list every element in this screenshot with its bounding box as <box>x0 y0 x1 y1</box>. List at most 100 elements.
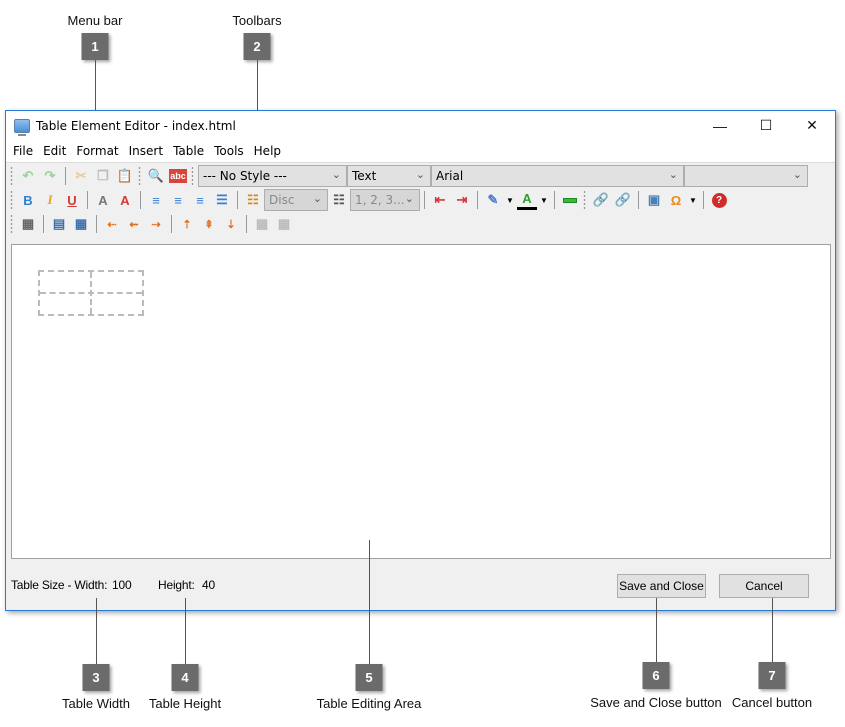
copy-icon[interactable]: ❐ <box>93 166 113 186</box>
table-editing-area[interactable] <box>11 244 831 559</box>
format-select[interactable]: Text ⌄ <box>347 165 431 187</box>
dropdown-arrow-icon[interactable]: ▼ <box>539 190 549 210</box>
callout-badge-1: 1 <box>81 33 109 60</box>
underline-icon[interactable]: U <box>62 190 82 210</box>
menu-tools[interactable]: Tools <box>209 144 249 158</box>
callout-badge-3: 3 <box>82 664 110 691</box>
outdent-icon[interactable]: ⇤ <box>430 190 450 210</box>
cut-icon[interactable]: ✂ <box>71 166 91 186</box>
title-bar: Table Element Editor - index.html — ☐ ✕ <box>6 111 835 140</box>
insert-row-below-icon[interactable]: ⇣ <box>221 214 241 234</box>
callout-label-cancel: Cancel button <box>731 695 813 710</box>
toolbar-grip[interactable] <box>10 166 13 186</box>
menu-help[interactable]: Help <box>249 144 286 158</box>
separator <box>424 191 425 209</box>
horizontal-rule-icon[interactable] <box>560 190 580 210</box>
callout-label-save-and-close: Save and Close button <box>590 695 722 710</box>
menu-format[interactable]: Format <box>71 144 123 158</box>
table-editor-window: Table Element Editor - index.html — ☐ ✕ … <box>5 110 836 611</box>
callout-line-5 <box>369 540 370 664</box>
numbered-list-icon[interactable]: ☷ <box>329 190 349 210</box>
style-select[interactable]: --- No Style --- ⌄ <box>198 165 347 187</box>
number-style-select[interactable]: 1, 2, 3... ⌄ <box>350 189 420 211</box>
delete-row-icon[interactable]: ⇞ <box>199 214 219 234</box>
toolbars: ↶ ↷ ✂ ❐ 📋 🔍 abc --- No Style --- ⌄ Text ⌄ … <box>6 162 835 248</box>
callout-badge-5: 5 <box>355 664 383 691</box>
align-left-icon[interactable]: ≡ <box>146 190 166 210</box>
delete-column-icon[interactable]: ⇜ <box>124 214 144 234</box>
dropdown-arrow-icon[interactable]: ▼ <box>505 190 515 210</box>
menu-file[interactable]: File <box>8 144 38 158</box>
toolbar-grip[interactable] <box>10 190 13 210</box>
toolbar-row-3: ▦ ▤ ▦ ⇠ ⇜ ⇢ ⇡ ⇞ ⇣ ▦ ▦ <box>8 212 295 236</box>
cell-properties-icon[interactable]: ▦ <box>71 214 91 234</box>
bold-icon[interactable]: B <box>18 190 38 210</box>
highlight-color-icon[interactable]: ✎ <box>483 190 503 210</box>
table-height-label: Height: <box>158 578 195 592</box>
toolbar-grip[interactable] <box>191 166 194 186</box>
toolbar-grip[interactable] <box>138 166 141 186</box>
redo-icon[interactable]: ↷ <box>40 166 60 186</box>
split-cells-icon[interactable]: ▦ <box>274 214 294 234</box>
callout-label-table-height: Table Height <box>148 696 222 711</box>
window-title: Table Element Editor - index.html <box>36 118 236 133</box>
cancel-button[interactable]: Cancel <box>719 574 809 598</box>
indent-icon[interactable]: ⇥ <box>452 190 472 210</box>
separator <box>87 191 88 209</box>
insert-row-above-icon[interactable]: ⇡ <box>177 214 197 234</box>
table-height-value: 40 <box>202 578 215 592</box>
subscript-icon[interactable]: A <box>93 190 113 210</box>
bullet-style-value: Disc <box>269 193 295 207</box>
insert-link-icon[interactable]: 🔗 <box>591 190 611 210</box>
separator <box>554 191 555 209</box>
insert-column-left-icon[interactable]: ⇠ <box>102 214 122 234</box>
bullet-style-select[interactable]: Disc ⌄ <box>264 189 328 211</box>
callout-label-table-width: Table Width <box>62 696 130 711</box>
menu-insert[interactable]: Insert <box>124 144 168 158</box>
bullet-list-icon[interactable]: ☷ <box>243 190 263 210</box>
superscript-icon[interactable]: A <box>115 190 135 210</box>
help-glyph: ? <box>711 192 727 208</box>
table-preview[interactable] <box>38 270 144 316</box>
italic-icon[interactable]: I <box>40 190 60 210</box>
table-properties-icon[interactable]: ▤ <box>49 214 69 234</box>
menu-edit[interactable]: Edit <box>38 144 71 158</box>
help-icon[interactable]: ? <box>709 190 729 210</box>
separator <box>237 191 238 209</box>
save-and-close-button[interactable]: Save and Close <box>617 574 706 598</box>
close-button[interactable]: ✕ <box>789 111 835 140</box>
paste-icon[interactable]: 📋 <box>115 166 135 186</box>
font-size-select[interactable]: ⌄ <box>684 165 808 187</box>
special-character-icon[interactable]: Ω <box>666 190 686 210</box>
maximize-button[interactable]: ☐ <box>743 111 789 140</box>
remove-link-icon[interactable]: 🔗 <box>613 190 633 210</box>
callout-label-menu-bar: Menu bar <box>67 13 123 28</box>
callout-badge-7: 7 <box>758 662 786 689</box>
font-color-icon[interactable]: A <box>517 190 537 210</box>
toolbar-row-1: ↶ ↷ ✂ ❐ 📋 🔍 abc --- No Style --- ⌄ Text ⌄ … <box>8 164 808 188</box>
insert-column-right-icon[interactable]: ⇢ <box>146 214 166 234</box>
font-select[interactable]: Arial ⌄ <box>431 165 684 187</box>
style-select-value: --- No Style --- <box>203 169 287 183</box>
spellcheck-icon[interactable]: abc <box>168 166 188 186</box>
find-icon[interactable]: 🔍 <box>146 166 166 186</box>
callout-badge-6: 6 <box>642 662 670 689</box>
menu-table[interactable]: Table <box>168 144 209 158</box>
align-right-icon[interactable]: ≡ <box>190 190 210 210</box>
toolbar-grip[interactable] <box>583 190 586 210</box>
undo-icon[interactable]: ↶ <box>18 166 38 186</box>
dropdown-arrow-icon[interactable]: ▼ <box>688 190 698 210</box>
insert-table-icon[interactable]: ▦ <box>18 214 38 234</box>
minimize-button[interactable]: — <box>697 111 743 140</box>
chevron-down-icon: ⌄ <box>415 168 425 181</box>
separator <box>140 191 141 209</box>
callout-line-4 <box>185 598 186 664</box>
insert-image-icon[interactable]: ▣ <box>644 190 664 210</box>
align-center-icon[interactable]: ≡ <box>168 190 188 210</box>
separator <box>246 215 247 233</box>
align-justify-icon[interactable]: ☰ <box>212 190 232 210</box>
separator <box>477 191 478 209</box>
chevron-down-icon: ⌄ <box>331 168 341 181</box>
toolbar-grip[interactable] <box>10 214 13 234</box>
merge-cells-icon[interactable]: ▦ <box>252 214 272 234</box>
